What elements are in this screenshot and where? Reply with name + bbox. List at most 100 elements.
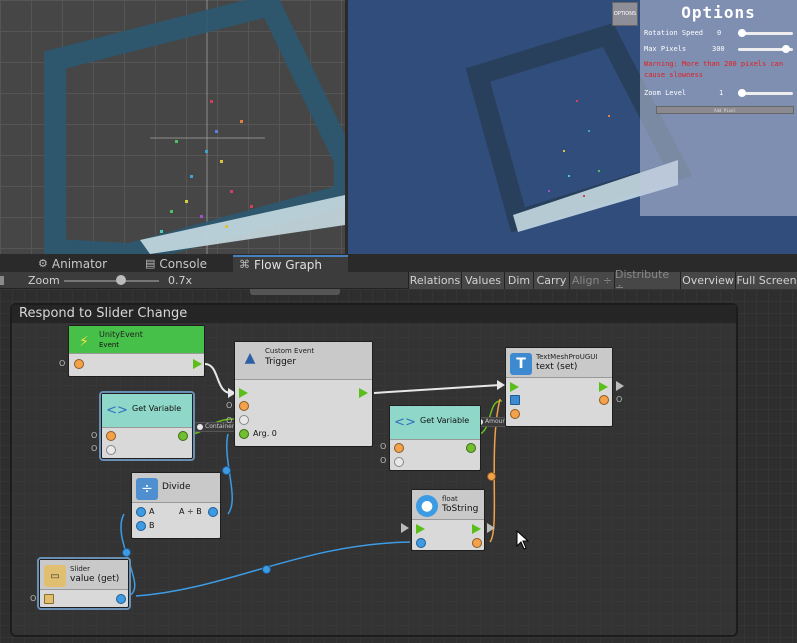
options-toggle-button[interactable]: OPTIONS — [612, 2, 638, 26]
output-port[interactable] — [599, 395, 609, 405]
flow-input-port[interactable] — [416, 524, 425, 534]
dim-button[interactable]: Dim — [504, 272, 533, 289]
value-input-port[interactable] — [510, 409, 520, 419]
options-title: Options — [681, 3, 756, 22]
value-output-port[interactable] — [116, 594, 126, 604]
string-output-port[interactable] — [472, 538, 482, 548]
animator-icon: ⚙ — [38, 257, 48, 270]
options-icon-label: OPTIONS — [613, 11, 637, 17]
rotation-speed-knob[interactable] — [738, 29, 746, 37]
text-mesh-set-node[interactable]: T TextMeshProUGUI text (set) — [505, 347, 613, 427]
flow-wire — [204, 363, 233, 395]
reroute-dot[interactable] — [222, 466, 231, 475]
zoom-label: Zoom — [28, 274, 60, 287]
rotation-speed-label: Rotation Speed — [644, 29, 704, 37]
scene-view[interactable] — [0, 0, 345, 254]
zoom-level-label: Zoom Level — [644, 89, 687, 97]
target-port[interactable] — [239, 401, 249, 411]
reroute-dot[interactable] — [487, 472, 496, 481]
to-string-icon: ● — [416, 495, 438, 517]
zoom-level-slider[interactable] — [738, 89, 793, 97]
flow-wire — [373, 384, 501, 394]
divide-node[interactable]: ÷ Divide A B A ÷ B — [131, 472, 221, 539]
custom-event-icon: ▲ — [244, 350, 256, 366]
variable-icon: <> — [106, 402, 128, 418]
rotation-speed-slider[interactable] — [738, 29, 793, 37]
external-port-label: O — [380, 456, 387, 465]
node-title: text (set) — [536, 362, 578, 372]
flow-input-port[interactable] — [510, 382, 519, 392]
name-port[interactable] — [394, 457, 404, 467]
max-pixels-knob[interactable] — [782, 45, 790, 53]
result-output-port[interactable] — [208, 507, 218, 517]
relations-button[interactable]: Relations — [408, 272, 461, 289]
tab-flow-graph[interactable]: ⌘ Flow Graph — [233, 255, 348, 272]
value-output-port[interactable] — [466, 443, 476, 453]
a-input-port[interactable] — [136, 507, 146, 517]
values-button[interactable]: Values — [461, 272, 504, 289]
external-flow-port[interactable] — [616, 381, 624, 391]
scene-render — [44, 0, 345, 254]
b-input-port[interactable] — [136, 521, 146, 531]
align-dropdown[interactable]: Align ÷ — [569, 272, 614, 289]
operation-label: A ÷ B — [179, 507, 202, 516]
text-icon: T — [510, 353, 532, 375]
value-input-port[interactable] — [416, 538, 426, 548]
custom-event-node[interactable]: ▲ Custom Event Trigger Arg. 0 — [234, 341, 373, 447]
zoom-slider-knob[interactable] — [116, 275, 126, 285]
flow-output-port[interactable] — [193, 359, 202, 369]
full-screen-button[interactable]: Full Screen — [735, 272, 797, 289]
name-port[interactable] — [106, 445, 116, 455]
reroute-dot[interactable] — [122, 548, 131, 557]
toolbar-toggle[interactable] — [0, 276, 4, 285]
object-port[interactable] — [394, 443, 404, 453]
tab-console[interactable]: ▤ Console — [139, 255, 213, 272]
reroute-dot[interactable] — [262, 565, 271, 574]
lightning-icon: ⚡ — [79, 334, 89, 350]
node-subtitle: UnityEvent — [99, 330, 143, 339]
slider-value-node[interactable]: ▭ Slider value (get) — [37, 557, 131, 610]
name-port[interactable] — [239, 415, 249, 425]
float-to-string-node[interactable]: ● float ToString — [411, 489, 485, 551]
carry-button[interactable]: Carry — [533, 272, 569, 289]
target-port[interactable] — [74, 359, 84, 369]
get-variable-node[interactable]: <> Get Variable — [99, 391, 195, 461]
relay-dot-icon — [197, 423, 203, 430]
max-pixels-slider[interactable] — [738, 45, 793, 53]
target-port[interactable] — [44, 594, 54, 604]
arg-input-port[interactable] — [239, 429, 249, 439]
overview-button[interactable]: Overview — [680, 272, 735, 289]
node-title: Divide — [162, 482, 191, 492]
divide-icon: ÷ — [136, 478, 158, 500]
external-flow-port[interactable] — [487, 523, 495, 533]
node-title: ToString — [442, 504, 479, 514]
object-port[interactable] — [106, 431, 116, 441]
slider-icon: ▭ — [44, 565, 66, 587]
zoom-level-knob[interactable] — [738, 89, 746, 97]
external-flow-port[interactable] — [401, 523, 409, 533]
get-variable-node[interactable]: <> Get Variable — [389, 405, 481, 471]
tab-animator[interactable]: ⚙ Animator — [32, 255, 113, 272]
rotation-speed-value: 0 — [717, 29, 722, 37]
flow-output-port[interactable] — [359, 388, 368, 398]
flow-output-port[interactable] — [599, 382, 608, 392]
console-icon: ▤ — [145, 257, 156, 270]
add-pixel-button[interactable]: Add Pixel — [656, 106, 794, 114]
node-title: Get Variable — [132, 404, 182, 413]
value-output-port[interactable] — [178, 431, 188, 441]
flow-input-port[interactable] — [239, 388, 248, 398]
a-label: A — [149, 507, 155, 516]
node-subtitle: Custom Event — [265, 347, 315, 355]
max-pixels-label: Max Pixels — [644, 45, 687, 53]
distribute-dropdown[interactable]: Distribute ÷ — [614, 268, 680, 294]
zoom-value: 0.7x — [168, 274, 193, 287]
unity-event-port-label: O — [59, 359, 66, 368]
flow-output-port[interactable] — [472, 524, 481, 534]
max-pixels-value: 300 — [712, 45, 725, 53]
target-text-port[interactable] — [510, 395, 520, 405]
unity-event-node[interactable]: ⚡ UnityEvent Event — [68, 325, 205, 377]
zoom-slider[interactable] — [64, 280, 159, 282]
node-title: Trigger — [265, 357, 297, 367]
flow-graph-canvas[interactable]: Respond to Slider Change Container Amoun… — [0, 289, 797, 643]
flow-wire-arrow — [497, 380, 505, 390]
